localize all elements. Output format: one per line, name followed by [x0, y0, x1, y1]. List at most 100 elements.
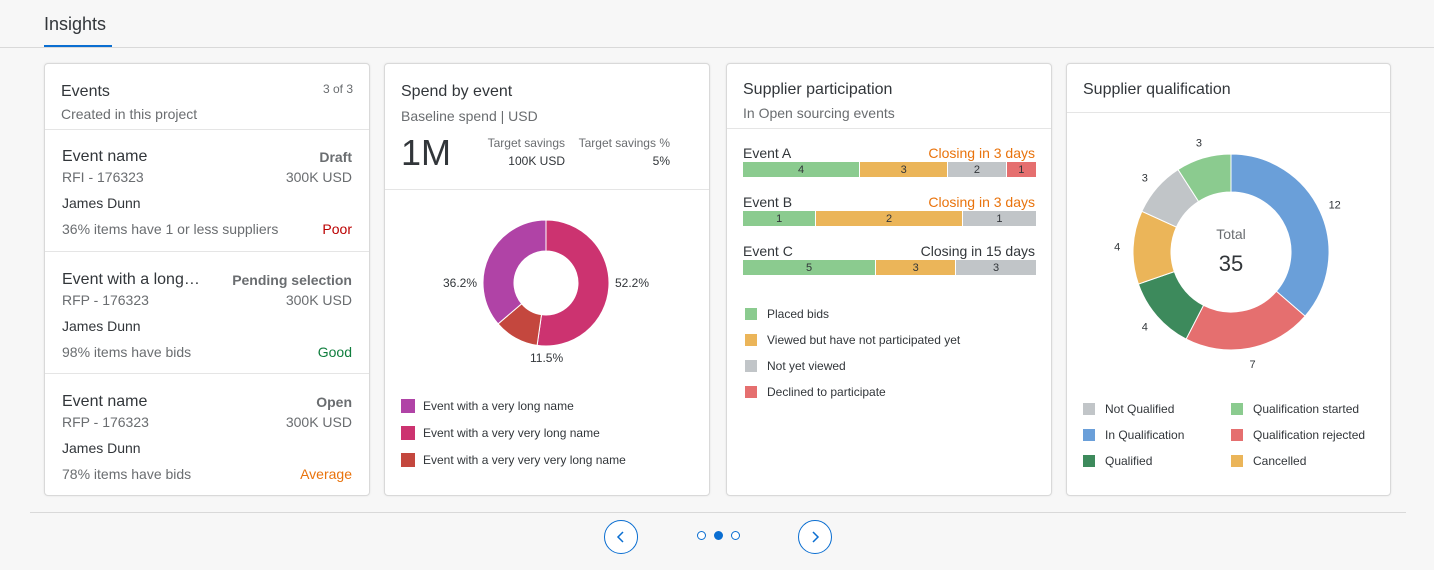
bar-segment[interactable]: 1 — [962, 211, 1036, 226]
bar-segment[interactable]: 3 — [956, 260, 1036, 275]
participation-closing: Closing in 3 days — [928, 194, 1035, 210]
donut-data-label: 3 — [1196, 138, 1202, 150]
divider — [1067, 112, 1390, 113]
kpi-value: 100K USD — [508, 154, 565, 168]
event-name: Event with a long… — [62, 271, 200, 288]
donut-data-label: 4 — [1114, 242, 1120, 254]
event-owner: James Dunn — [62, 318, 141, 334]
event-status: Open — [316, 394, 352, 410]
event-note: 78% items have bids — [62, 466, 192, 482]
divider — [385, 189, 709, 190]
legend-label: Event with a very very very long name — [423, 453, 626, 467]
baseline-spend-value: 1M — [401, 132, 452, 173]
event-owner: James Dunn — [62, 440, 141, 456]
bar-segment[interactable]: 3 — [860, 162, 949, 177]
pie-slice[interactable] — [482, 219, 547, 325]
legend-label: Placed bids — [767, 307, 830, 321]
event-rating: Average — [300, 466, 352, 482]
page-dot[interactable] — [731, 531, 740, 540]
kpi-label: Target savings — [487, 136, 565, 150]
legend-item[interactable]: Qualification rejected — [1231, 428, 1365, 442]
legend-label: In Qualification — [1105, 428, 1185, 442]
event-id: RFP - 176323 — [62, 414, 149, 430]
event-id: RFP - 176323 — [62, 292, 149, 308]
legend-item[interactable]: In Qualification — [1083, 428, 1184, 442]
pie-data-label: 36.2% — [443, 276, 478, 290]
legend-label: Event with a very long name — [423, 399, 574, 413]
page-dot[interactable] — [697, 531, 706, 540]
donut-data-label: 3 — [1142, 172, 1148, 184]
participation-stacked-bar: 4321 — [743, 162, 1036, 177]
next-button[interactable] — [798, 520, 832, 554]
event-amount: 300K USD — [285, 414, 352, 430]
legend-swatch — [1231, 403, 1243, 415]
legend-swatch — [1231, 429, 1243, 441]
legend-swatch — [401, 399, 415, 413]
event-name: Event name — [62, 148, 148, 165]
event-note: 98% items have bids — [62, 344, 192, 360]
event-item[interactable]: Event name Open RFP - 176323 300K USD Ja… — [45, 374, 369, 495]
legend-label: Qualification started — [1253, 402, 1360, 416]
legend-swatch — [745, 386, 757, 398]
event-amount: 300K USD — [285, 292, 352, 308]
legend-item[interactable]: Cancelled — [1231, 454, 1306, 468]
legend-swatch — [401, 453, 415, 467]
previous-button[interactable] — [604, 520, 638, 554]
legend-swatch — [401, 426, 415, 440]
legend-item[interactable]: Not Qualified — [1083, 402, 1174, 416]
event-item[interactable]: Event with a long… Pending selection RFP… — [45, 252, 369, 374]
legend-label: Viewed but have not participated yet — [767, 333, 961, 347]
donut-data-label: 7 — [1250, 359, 1256, 371]
qualification-card: Supplier qualification 12 7 4 4 3 3 Total 35 … — [1066, 63, 1391, 496]
donut-center-label: Total — [1216, 226, 1246, 242]
legend-swatch — [745, 360, 757, 372]
chevron-right-icon — [812, 531, 820, 543]
legend-item[interactable]: Viewed but have not participated yet — [745, 333, 960, 347]
legend-item[interactable]: Event with a very long name — [401, 399, 574, 413]
event-note: 36% items have 1 or less suppliers — [62, 221, 279, 237]
page-dot-active[interactable] — [714, 531, 723, 540]
tab-insights[interactable]: Insights — [44, 14, 106, 35]
event-id: RFI - 176323 — [62, 169, 144, 185]
events-card-title: Events — [61, 83, 110, 100]
event-name: Event name — [62, 393, 148, 410]
legend-swatch — [745, 334, 757, 346]
bar-segment[interactable]: 1 — [1006, 162, 1036, 177]
donut-center-value: 35 — [1218, 251, 1244, 276]
legend-label: Cancelled — [1253, 454, 1307, 468]
event-status: Draft — [319, 149, 352, 165]
pie-slice[interactable] — [536, 219, 610, 347]
bar-segment[interactable]: 2 — [948, 162, 1007, 177]
legend-swatch — [1083, 403, 1095, 415]
bar-segment[interactable]: 5 — [743, 260, 877, 275]
legend-item[interactable]: Declined to participate — [745, 385, 886, 399]
legend-item[interactable]: Placed bids — [745, 307, 829, 321]
legend-swatch — [1231, 455, 1243, 467]
legend-item[interactable]: Qualification started — [1231, 402, 1359, 416]
bar-segment[interactable]: 2 — [816, 211, 963, 226]
pager-divider — [30, 512, 1406, 513]
participation-event-name: Event C — [743, 243, 793, 259]
tab-active-indicator — [44, 45, 112, 47]
bar-segment[interactable]: 3 — [876, 260, 957, 275]
event-item[interactable]: Event name Draft RFI - 176323 300K USD J… — [45, 129, 369, 251]
events-counter: 3 of 3 — [322, 82, 353, 96]
kpi-value: 5% — [652, 154, 670, 168]
legend-item[interactable]: Qualified — [1083, 454, 1152, 468]
spend-card-subtitle: Baseline spend | USD — [401, 108, 538, 124]
legend-item[interactable]: Not yet viewed — [745, 359, 846, 373]
donut-slice[interactable] — [1185, 290, 1306, 351]
participation-event-name: Event A — [743, 145, 792, 161]
legend-swatch — [745, 308, 757, 320]
legend-label: Event with a very very long name — [423, 426, 600, 440]
bar-segment[interactable]: 1 — [743, 211, 817, 226]
legend-item[interactable]: Event with a very very very long name — [401, 453, 626, 467]
bar-segment[interactable]: 4 — [743, 162, 861, 177]
participation-card-subtitle: In Open sourcing events — [743, 105, 895, 121]
legend-item[interactable]: Event with a very very long name — [401, 426, 600, 440]
legend-swatch — [1083, 429, 1095, 441]
spend-card-title: Spend by event — [401, 83, 513, 100]
legend-swatch — [1083, 455, 1095, 467]
participation-event-name: Event B — [743, 194, 793, 210]
legend-label: Qualification rejected — [1253, 428, 1366, 442]
